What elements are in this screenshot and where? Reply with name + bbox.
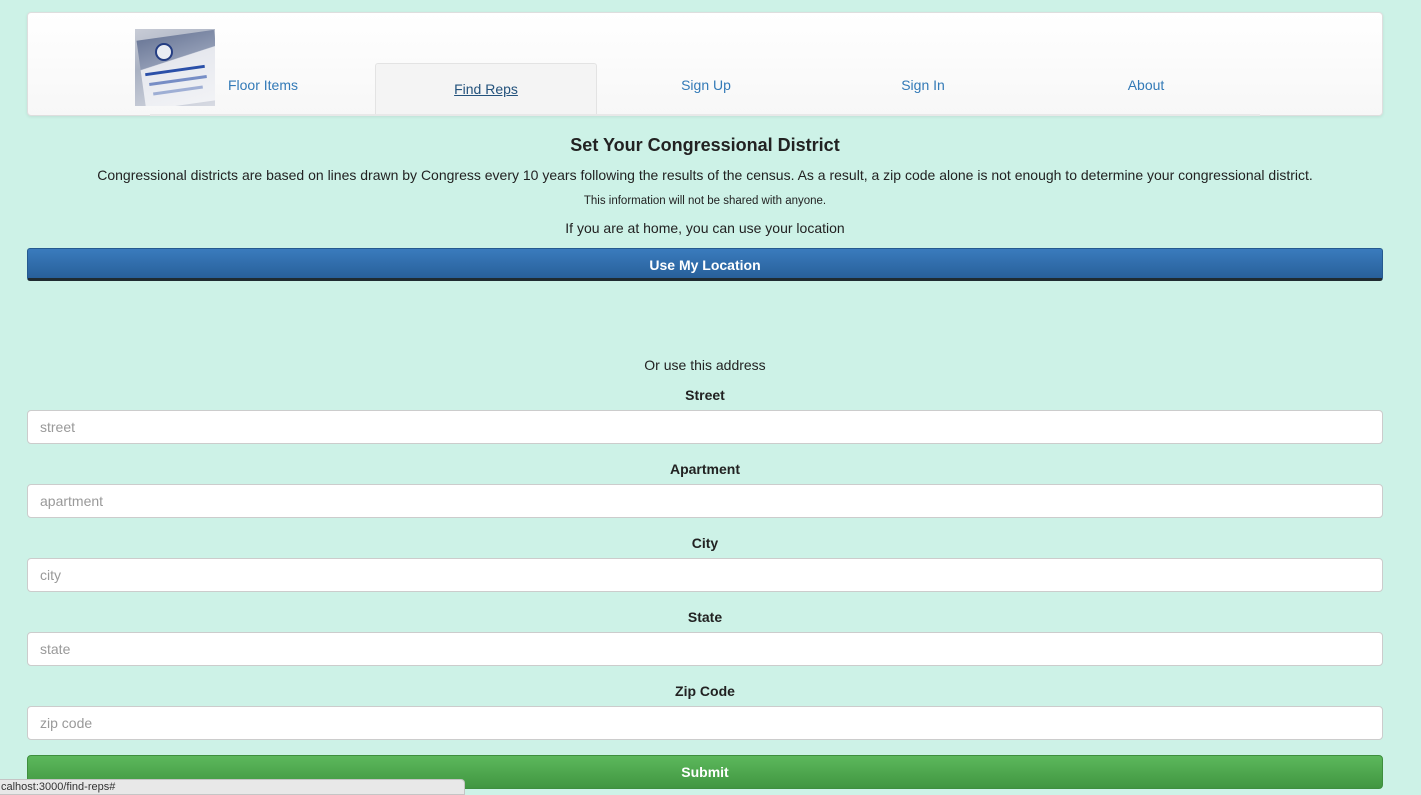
state-input[interactable] bbox=[27, 632, 1383, 666]
address-alternative-text: Or use this address bbox=[644, 357, 766, 373]
page: Floor Items Find Reps Sign Up Sign In Ab… bbox=[0, 0, 1421, 795]
nav-find-reps-label: Find Reps bbox=[454, 81, 518, 97]
city-input[interactable] bbox=[27, 558, 1383, 592]
nav-find-reps[interactable]: Find Reps bbox=[375, 63, 597, 115]
street-input[interactable] bbox=[27, 410, 1383, 444]
apartment-label: Apartment bbox=[669, 461, 740, 477]
nav-floor-items[interactable]: Floor Items bbox=[218, 77, 308, 93]
navbar: Floor Items Find Reps Sign Up Sign In Ab… bbox=[27, 12, 1383, 116]
district-description: Congressional districts are based on lin… bbox=[97, 167, 1313, 183]
home-location-hint: If you are at home, you can use your loc… bbox=[565, 220, 845, 236]
use-my-location-button[interactable]: Use My Location bbox=[27, 248, 1383, 281]
city-label: City bbox=[691, 535, 719, 551]
nav-about[interactable]: About bbox=[1096, 77, 1196, 93]
zip-code-input[interactable] bbox=[27, 706, 1383, 740]
nav-sign-up[interactable]: Sign Up bbox=[656, 77, 756, 93]
logo-image[interactable] bbox=[135, 29, 215, 106]
state-label: State bbox=[687, 609, 723, 625]
browser-status-bar: calhost:3000/find-reps# bbox=[0, 779, 465, 795]
page-title: Set Your Congressional District bbox=[570, 135, 840, 155]
nav-divider bbox=[150, 114, 1260, 116]
zip-code-label: Zip Code bbox=[675, 683, 735, 699]
privacy-note: This information will not be shared with… bbox=[583, 195, 827, 207]
street-label: Street bbox=[685, 387, 725, 403]
seal-icon bbox=[155, 43, 173, 61]
apartment-input[interactable] bbox=[27, 484, 1383, 518]
nav-sign-in[interactable]: Sign In bbox=[873, 77, 973, 93]
